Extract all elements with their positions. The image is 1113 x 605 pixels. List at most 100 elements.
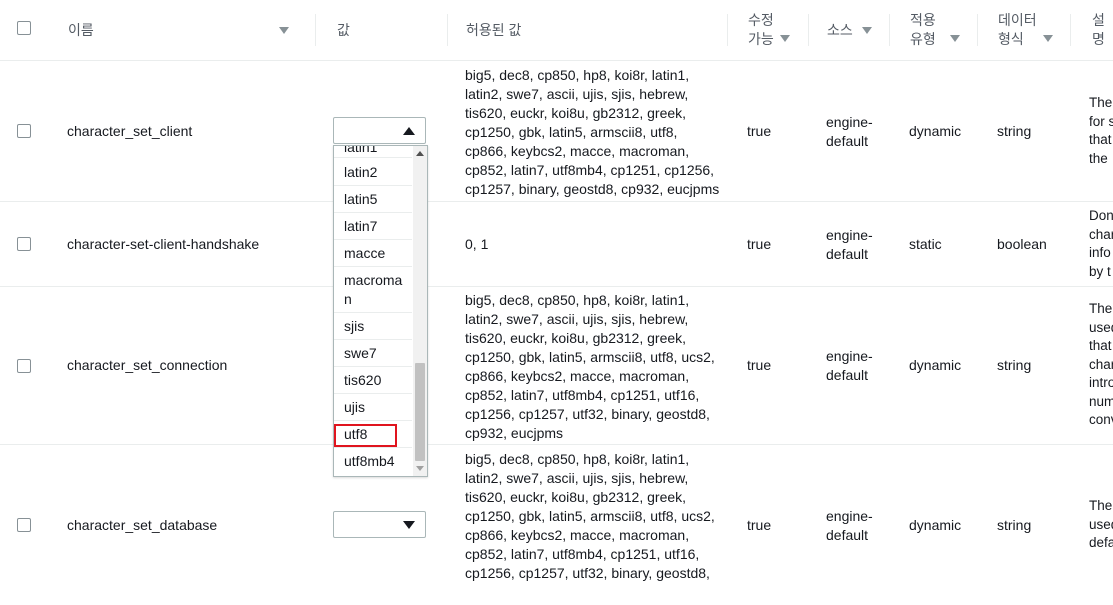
dropdown-option[interactable]: macce bbox=[334, 240, 412, 267]
description-line: conv bbox=[1089, 412, 1113, 427]
dropdown-option[interactable]: latin2 bbox=[334, 159, 412, 186]
description-line: intro bbox=[1089, 375, 1113, 390]
data-type-value: string bbox=[997, 123, 1032, 139]
column-header-name[interactable]: 이름 bbox=[68, 0, 298, 60]
sort-caret-icon[interactable] bbox=[862, 27, 872, 34]
parameter-name: character-set-client-handshake bbox=[67, 236, 260, 252]
description-line: the bbox=[1089, 150, 1108, 166]
description-line: The bbox=[1089, 498, 1113, 513]
source-line2: default bbox=[826, 527, 869, 543]
value-select[interactable] bbox=[333, 117, 426, 144]
description-line: used bbox=[1089, 516, 1113, 532]
dropdown-option[interactable]: latin1 bbox=[334, 146, 412, 158]
column-header-modifiable-line1: 수정 bbox=[748, 12, 774, 28]
dropdown-option[interactable]: latin5 bbox=[334, 186, 412, 213]
dropdown-scrollbar[interactable] bbox=[413, 146, 427, 476]
apply-type-value: dynamic bbox=[909, 357, 962, 373]
column-header-value-label: 값 bbox=[337, 21, 350, 38]
dropdown-option[interactable]: sjis bbox=[334, 313, 412, 340]
description-text: The used that char intro num conv bbox=[1089, 300, 1113, 430]
column-header-value[interactable]: 값 bbox=[337, 0, 350, 60]
modifiable-value: true bbox=[747, 236, 772, 252]
row-checkbox[interactable] bbox=[17, 518, 31, 532]
source-value: engine- default bbox=[826, 226, 873, 264]
column-header-description-label: 설명 bbox=[1092, 12, 1105, 47]
dropdown-option[interactable]: macroma n bbox=[334, 267, 412, 313]
caret-down-icon bbox=[403, 521, 415, 529]
dropdown-option[interactable]: utf8mb4 bbox=[334, 448, 412, 475]
column-header-data-type-line1: 데이터 bbox=[998, 12, 1037, 28]
sort-caret-icon[interactable] bbox=[279, 27, 289, 34]
data-type-value: string bbox=[997, 517, 1032, 533]
dropdown-option[interactable]: latin7 bbox=[334, 213, 412, 240]
allowed-values: 0, 1 bbox=[465, 236, 489, 252]
sort-caret-icon[interactable] bbox=[1043, 35, 1053, 42]
column-divider[interactable] bbox=[727, 14, 728, 46]
select-all-checkbox[interactable] bbox=[17, 21, 31, 35]
parameter-name: character_set_connection bbox=[67, 357, 228, 373]
source-line1: engine- bbox=[826, 227, 873, 243]
column-divider[interactable] bbox=[447, 14, 448, 46]
value-select[interactable] bbox=[333, 511, 426, 538]
source-value: engine- default bbox=[826, 347, 873, 385]
column-header-apply-type-line1: 적용 bbox=[910, 12, 936, 28]
description-line: Don bbox=[1089, 208, 1113, 223]
description-line: num bbox=[1089, 393, 1113, 409]
parameter-name: character_set_client bbox=[67, 123, 193, 139]
sort-caret-icon[interactable] bbox=[950, 35, 960, 42]
column-header-source-label: 소스 bbox=[827, 21, 853, 38]
modifiable-value: true bbox=[747, 123, 772, 139]
description-line: by t bbox=[1089, 263, 1111, 279]
table-row: character_set_database big5, dec8, cp850… bbox=[0, 445, 1113, 605]
column-header-modifiable[interactable]: 수정 가능 bbox=[748, 0, 774, 60]
description-text: Don char info by t bbox=[1089, 207, 1113, 281]
sort-caret-icon[interactable] bbox=[780, 35, 790, 42]
column-divider[interactable] bbox=[315, 14, 316, 46]
scroll-down-arrow-icon[interactable] bbox=[416, 466, 424, 471]
row-checkbox[interactable] bbox=[17, 359, 31, 373]
table-header: 이름 값 허용된 값 수정 가능 소스 적용 유형 데이터 형식 설명 bbox=[0, 0, 1113, 61]
dropdown-option[interactable]: tis620 bbox=[334, 367, 412, 394]
table-row: character_set_client big5, dec8, cp850, … bbox=[0, 61, 1113, 202]
column-header-allowed-values[interactable]: 허용된 값 bbox=[466, 0, 521, 60]
row-checkbox[interactable] bbox=[17, 124, 31, 138]
column-divider[interactable] bbox=[889, 14, 890, 46]
description-line: that bbox=[1089, 338, 1112, 353]
column-header-data-type[interactable]: 데이터 형식 bbox=[998, 0, 1037, 60]
column-header-source[interactable]: 소스 bbox=[827, 0, 853, 60]
allowed-values: big5, dec8, cp850, hp8, koi8r, latin1, l… bbox=[465, 67, 720, 197]
description-line: used bbox=[1089, 319, 1113, 335]
scrollbar-thumb[interactable] bbox=[415, 363, 425, 461]
column-header-data-type-line2: 형식 bbox=[998, 31, 1024, 47]
apply-type-value: dynamic bbox=[909, 517, 962, 533]
caret-up-icon bbox=[403, 127, 415, 135]
description-line: The bbox=[1089, 301, 1113, 316]
data-type-value: boolean bbox=[997, 236, 1047, 252]
column-divider[interactable] bbox=[808, 14, 809, 46]
apply-type-value: dynamic bbox=[909, 123, 962, 139]
column-header-description[interactable]: 설명 bbox=[1092, 0, 1113, 60]
allowed-values: big5, dec8, cp850, hp8, koi8r, latin1, l… bbox=[465, 451, 715, 581]
description-line: defa bbox=[1089, 535, 1113, 550]
dropdown-option[interactable]: swe7 bbox=[334, 340, 412, 367]
source-line1: engine- bbox=[826, 508, 873, 524]
scroll-up-arrow-icon[interactable] bbox=[416, 151, 424, 156]
modifiable-value: true bbox=[747, 357, 772, 373]
row-checkbox[interactable] bbox=[17, 237, 31, 251]
source-value: engine- default bbox=[826, 507, 873, 545]
description-line: info bbox=[1089, 245, 1111, 260]
description-line: that bbox=[1089, 132, 1112, 147]
dropdown-option[interactable]: ujis bbox=[334, 394, 412, 421]
table-row: character-set-client-handshake 0, 1 true… bbox=[0, 202, 1113, 287]
description-text: The used defa bbox=[1089, 497, 1113, 553]
column-header-name-label: 이름 bbox=[68, 21, 94, 38]
parameter-name: character_set_database bbox=[67, 517, 218, 533]
description-line: The bbox=[1089, 95, 1113, 110]
column-header-apply-type[interactable]: 적용 유형 bbox=[910, 0, 936, 60]
column-header-apply-type-line2: 유형 bbox=[910, 31, 936, 47]
description-line: char bbox=[1089, 356, 1113, 372]
column-divider[interactable] bbox=[977, 14, 978, 46]
highlight-box bbox=[334, 424, 397, 447]
source-line2: default bbox=[826, 246, 869, 262]
column-divider[interactable] bbox=[1070, 14, 1071, 46]
